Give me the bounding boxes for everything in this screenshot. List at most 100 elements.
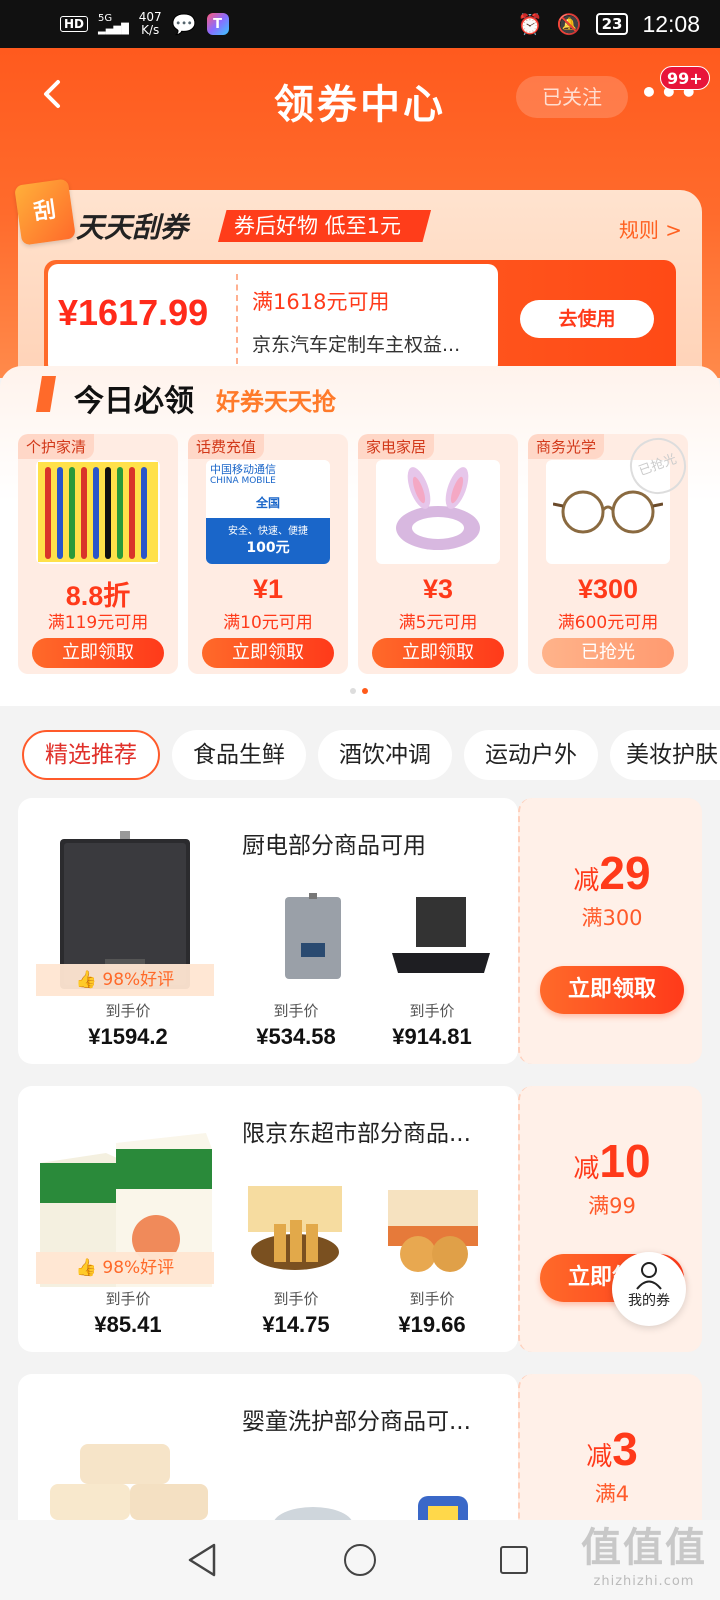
claim-button[interactable]: 立即领取 xyxy=(372,638,504,668)
item-condition: 满119元可用 xyxy=(47,613,149,633)
section-title: 今日必领 xyxy=(74,384,194,419)
item-condition: 满10元可用 xyxy=(223,613,313,633)
coupon-card[interactable]: 婴童洗护部分商品可... 减3 满4 xyxy=(18,1374,702,1520)
discount-amount: 减3 xyxy=(586,1423,638,1475)
rating-badge: 👍 98%好评 xyxy=(36,964,214,996)
claim-button[interactable]: 立即领取 xyxy=(202,638,334,668)
coupon-item[interactable]: 个护家清 8.8折 满119元可用 立即领取 xyxy=(18,434,178,674)
tab-outdoor[interactable]: 运动户外 xyxy=(464,730,598,780)
carousel-dot-active xyxy=(362,688,368,694)
card-value: 100元 xyxy=(246,540,290,556)
today-must-claim-section: 今日必领 好券天天抢 个护家清 8.8折 满119元可用 立即领取 中国移动通信… xyxy=(0,366,720,706)
my-coupon-label: 我的券 xyxy=(628,1293,670,1309)
snack-image xyxy=(240,1176,350,1276)
card-title: 限京东超市部分商品... xyxy=(242,1121,471,1147)
sold-out-button: 已抢光 xyxy=(542,638,674,668)
price-value: ¥85.41 xyxy=(94,1312,162,1337)
card-title: 厨电部分商品可用 xyxy=(242,833,426,859)
coupon-condition: 满1618元可用 xyxy=(252,290,390,314)
today-items: 个护家清 8.8折 满119元可用 立即领取 中国移动通信 CHINA MOBI… xyxy=(18,434,718,684)
wechat-icon: 💬 xyxy=(171,12,197,36)
price-label: 到手价 xyxy=(273,1002,319,1020)
nav-bar: 领券中心 已关注 ••• 99+ xyxy=(0,48,720,144)
app-icon: T xyxy=(206,13,229,35)
discount-amount: 减10 xyxy=(573,1135,651,1187)
item-category: 家电家居 xyxy=(358,434,435,459)
item-condition: 满5元可用 xyxy=(398,613,478,633)
claim-button[interactable]: 立即领取 xyxy=(540,966,684,1014)
watermark: 值值值 zhizhizhi.com xyxy=(574,1522,714,1589)
watermark-logo: 值值值 xyxy=(581,1525,707,1571)
mute-icon: 🔕 xyxy=(556,12,582,36)
category-tabs: 精选推荐 食品生鲜 酒饮冲调 运动户外 美妆护肤 xyxy=(0,720,720,780)
price-value: ¥914.81 xyxy=(392,1024,472,1049)
tab-fresh-food[interactable]: 食品生鲜 xyxy=(172,730,306,780)
item-category: 商务光学 xyxy=(528,434,605,459)
biscuit-image xyxy=(378,1176,488,1276)
item-condition: 满600元可用 xyxy=(557,613,659,633)
my-coupon-button[interactable]: 我的券 xyxy=(612,1252,686,1326)
nav-home-icon[interactable] xyxy=(344,1544,376,1576)
nav-back-icon[interactable] xyxy=(186,1542,218,1582)
section-subtitle: 好券天天抢 xyxy=(216,388,336,416)
coupon-item[interactable]: 已抢光 商务光学 ¥300 满600元可用 已抢光 xyxy=(528,434,688,674)
tab-beauty[interactable]: 美妆护肤 xyxy=(610,730,720,780)
price-value: ¥19.66 xyxy=(398,1312,466,1337)
watermark-url: zhizhizhi.com xyxy=(593,1574,695,1589)
scratch-coupon[interactable]: ¥1617.99 满1618元可用 京东汽车定制车主权益... 去使用 xyxy=(44,260,676,378)
card-band: 安全、快速、便捷 100元 xyxy=(206,518,330,564)
coupon-divider xyxy=(236,274,238,364)
tab-drinks[interactable]: 酒饮冲调 xyxy=(318,730,452,780)
card-region: 全国 xyxy=(255,496,280,510)
use-coupon-button[interactable]: 去使用 xyxy=(520,300,654,338)
follow-button[interactable]: 已关注 xyxy=(516,76,628,118)
header: 领券中心 已关注 ••• 99+ 刮 天天刮券 券后好物 低至1元 规则 > ¥… xyxy=(0,48,720,394)
coupon-body: ¥1617.99 满1618元可用 京东汽车定制车主权益... xyxy=(48,264,498,374)
coupon-description: 京东汽车定制车主权益... xyxy=(252,334,461,356)
scratch-tag: 券后好物 低至1元 xyxy=(218,210,432,242)
item-price: ¥300 xyxy=(577,574,639,604)
headband-image xyxy=(376,460,500,564)
scratch-title: 天天刮券 xyxy=(76,211,189,244)
card-discount: 减29 满300 立即领取 xyxy=(518,798,702,1064)
carousel-dots xyxy=(350,688,368,694)
card-products: 👍 98%好评 厨电部分商品可用 到手价 ¥1594.2 到手价 ¥534.58… xyxy=(18,798,518,1064)
card-brand-en: CHINA MOBILE xyxy=(210,476,276,486)
coupon-item[interactable]: 中国移动通信 CHINA MOBILE 全国 安全、快速、便捷 100元 话费充… xyxy=(188,434,348,674)
potty-seat-image xyxy=(388,1466,498,1520)
basin-image xyxy=(258,1470,368,1520)
tab-featured[interactable]: 精选推荐 xyxy=(22,730,160,780)
recharge-card-image: 中国移动通信 CHINA MOBILE 全国 安全、快速、便捷 100元 xyxy=(206,460,330,564)
price-value: ¥14.75 xyxy=(262,1312,330,1337)
discount-threshold: 满4 xyxy=(594,1482,630,1506)
card-slogan: 安全、快速、便捷 xyxy=(228,526,308,537)
card-discount: 减3 满4 xyxy=(518,1374,702,1520)
coupon-item[interactable]: 家电家居 ¥3 满5元可用 立即领取 xyxy=(358,434,518,674)
card-products: 👍 98%好评 限京东超市部分商品... 到手价 ¥85.41 到手价 ¥14.… xyxy=(18,1086,518,1352)
discount-threshold: 满300 xyxy=(581,906,643,930)
coupon-card[interactable]: 👍 98%好评 厨电部分商品可用 到手价 ¥1594.2 到手价 ¥534.58… xyxy=(18,798,702,1064)
price-label: 到手价 xyxy=(273,1290,319,1308)
price-label: 到手价 xyxy=(409,1290,455,1308)
card-brand-cn: 中国移动通信 xyxy=(210,463,276,476)
nav-recent-icon[interactable] xyxy=(500,1546,528,1574)
notification-badge: 99+ xyxy=(660,66,710,90)
flame-icon xyxy=(36,376,56,412)
person-icon xyxy=(634,1260,664,1290)
card-title: 婴童洗护部分商品可... xyxy=(242,1409,471,1435)
clock: 12:08 xyxy=(642,10,700,37)
carousel-dot xyxy=(350,688,356,694)
price-label: 到手价 xyxy=(105,1290,151,1308)
range-hood-image xyxy=(386,888,496,988)
claim-button[interactable]: 立即领取 xyxy=(32,638,164,668)
discount-amount: 减29 xyxy=(573,847,651,899)
item-price: ¥3 xyxy=(422,574,454,604)
price-label: 到手价 xyxy=(409,1002,455,1020)
net-speed: 407 K/s xyxy=(138,10,162,37)
rules-link[interactable]: 规则 > xyxy=(619,214,682,243)
water-heater-small-image xyxy=(258,888,368,988)
price-value: ¥534.58 xyxy=(256,1024,336,1049)
coupon-card[interactable]: 👍 98%好评 限京东超市部分商品... 到手价 ¥85.41 到手价 ¥14.… xyxy=(18,1086,702,1352)
coupon-amount: ¥1617.99 xyxy=(58,292,209,333)
scratch-coupon-panel: 刮 天天刮券 券后好物 低至1元 规则 > ¥1617.99 满1618元可用 … xyxy=(14,178,702,394)
